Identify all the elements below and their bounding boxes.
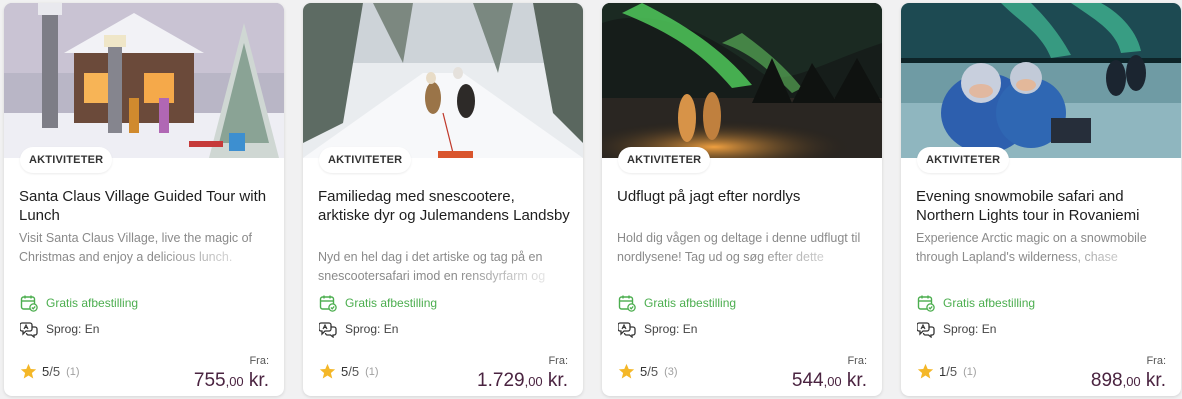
price: 1.729,00 kr. <box>477 370 568 392</box>
price-integer: 755 <box>193 370 226 391</box>
card-photo-husky-sled[interactable] <box>303 3 583 158</box>
price-prefix: Fra: <box>847 355 867 367</box>
rating: 1 /5 (1) <box>917 363 977 380</box>
rating-max: /5 <box>49 364 61 379</box>
review-count: (3) <box>664 365 678 378</box>
star-icon <box>618 363 635 379</box>
speech-bubbles-icon <box>618 322 636 338</box>
price-decimals: ,00 <box>823 374 842 389</box>
price-decimals: ,00 <box>225 374 244 389</box>
price-currency: kr. <box>841 370 867 391</box>
language-info: Sprog: En <box>20 319 99 339</box>
card-title[interactable]: Santa Claus Village Guided Tour with Lun… <box>19 187 271 225</box>
free-cancellation: Gratis afbestilling <box>618 293 736 313</box>
card-title[interactable]: Evening snowmobile safari and Northern L… <box>916 187 1168 225</box>
language-info: Sprog: En <box>319 319 398 339</box>
price-prefix: Fra: <box>249 355 269 367</box>
calendar-check-icon <box>618 295 636 312</box>
card-photo-northern-lights[interactable] <box>602 3 882 158</box>
rating-max: /5 <box>946 364 958 379</box>
description-fade <box>617 248 869 267</box>
speech-bubbles-icon <box>20 322 38 338</box>
price: 755,00 kr. <box>194 370 269 392</box>
price-currency: kr. <box>542 370 568 391</box>
free-cancellation: Gratis afbestilling <box>917 293 1035 313</box>
cancellation-label: Gratis afbestilling <box>644 296 737 310</box>
rating-value: 5 <box>341 364 349 379</box>
speech-bubbles-icon <box>917 322 935 338</box>
calendar-check-icon <box>20 295 38 312</box>
rating: 5 /5 (1) <box>20 363 80 380</box>
price-integer: 1.729 <box>477 370 525 391</box>
rating-value: 1 <box>939 364 947 379</box>
card-description-wrap: Visit Santa Claus Village, live the magi… <box>19 229 271 267</box>
language-info: Sprog: En <box>917 319 996 339</box>
cancellation-label: Gratis afbestilling <box>46 296 139 310</box>
price: 898,00 kr. <box>1091 370 1166 392</box>
price-currency: kr. <box>243 370 269 391</box>
category-badge: AKTIVITETER <box>618 147 711 173</box>
activity-card[interactable]: AKTIVITETER Familiedag med snescootere, … <box>303 3 583 396</box>
star-icon <box>917 363 934 379</box>
rating: 5 /5 (3) <box>618 363 678 380</box>
calendar-check-icon <box>319 295 337 312</box>
price-currency: kr. <box>1140 370 1166 391</box>
rating-max: /5 <box>348 364 360 379</box>
card-description-wrap: Hold dig vågen og deltage i denne udflug… <box>617 229 869 267</box>
review-count: (1) <box>963 365 977 378</box>
price-prefix: Fra: <box>548 355 568 367</box>
language-label: Sprog: En <box>345 322 399 336</box>
description-fade <box>318 267 570 286</box>
speech-bubbles-icon <box>319 322 337 338</box>
card-description-wrap: Nyd en hel dag i det artiske og tag på e… <box>318 248 570 286</box>
card-photo-santa-village[interactable] <box>4 3 284 158</box>
description-fade <box>916 248 1168 267</box>
activity-card[interactable]: AKTIVITETER Udflugt på jagt efter nordly… <box>602 3 882 396</box>
free-cancellation: Gratis afbestilling <box>319 293 437 313</box>
language-label: Sprog: En <box>46 322 100 336</box>
category-badge: AKTIVITETER <box>20 147 113 173</box>
card-description-wrap: Experience Arctic magic on a snowmobile … <box>916 229 1168 267</box>
star-icon <box>20 363 37 379</box>
price: 544,00 kr. <box>792 370 867 392</box>
rating-value: 5 <box>640 364 648 379</box>
calendar-check-icon <box>917 295 935 312</box>
category-badge: AKTIVITETER <box>319 147 412 173</box>
star-icon <box>319 363 336 379</box>
language-info: Sprog: En <box>618 319 697 339</box>
activity-card[interactable]: AKTIVITETER Evening snowmobile safari an… <box>901 3 1181 396</box>
review-count: (1) <box>66 365 80 378</box>
card-title[interactable]: Udflugt på jagt efter nordlys <box>617 187 869 206</box>
price-integer: 544 <box>791 370 824 391</box>
activity-card[interactable]: AKTIVITETER Santa Claus Village Guided T… <box>4 3 284 396</box>
price-integer: 898 <box>1090 370 1123 391</box>
rating-value: 5 <box>42 364 50 379</box>
activity-cards-row: AKTIVITETER Santa Claus Village Guided T… <box>0 0 1182 399</box>
cancellation-label: Gratis afbestilling <box>943 296 1036 310</box>
price-decimals: ,00 <box>1122 374 1141 389</box>
free-cancellation: Gratis afbestilling <box>20 293 138 313</box>
price-prefix: Fra: <box>1146 355 1166 367</box>
review-count: (1) <box>365 365 379 378</box>
card-title[interactable]: Familiedag med snescootere, arktiske dyr… <box>318 187 570 225</box>
rating: 5 /5 (1) <box>319 363 379 380</box>
cancellation-label: Gratis afbestilling <box>345 296 438 310</box>
price-decimals: ,00 <box>524 374 543 389</box>
rating-max: /5 <box>647 364 659 379</box>
language-label: Sprog: En <box>644 322 698 336</box>
card-photo-snowmobile-aurora[interactable] <box>901 3 1181 158</box>
description-fade <box>19 248 271 267</box>
language-label: Sprog: En <box>943 322 997 336</box>
category-badge: AKTIVITETER <box>917 147 1010 173</box>
